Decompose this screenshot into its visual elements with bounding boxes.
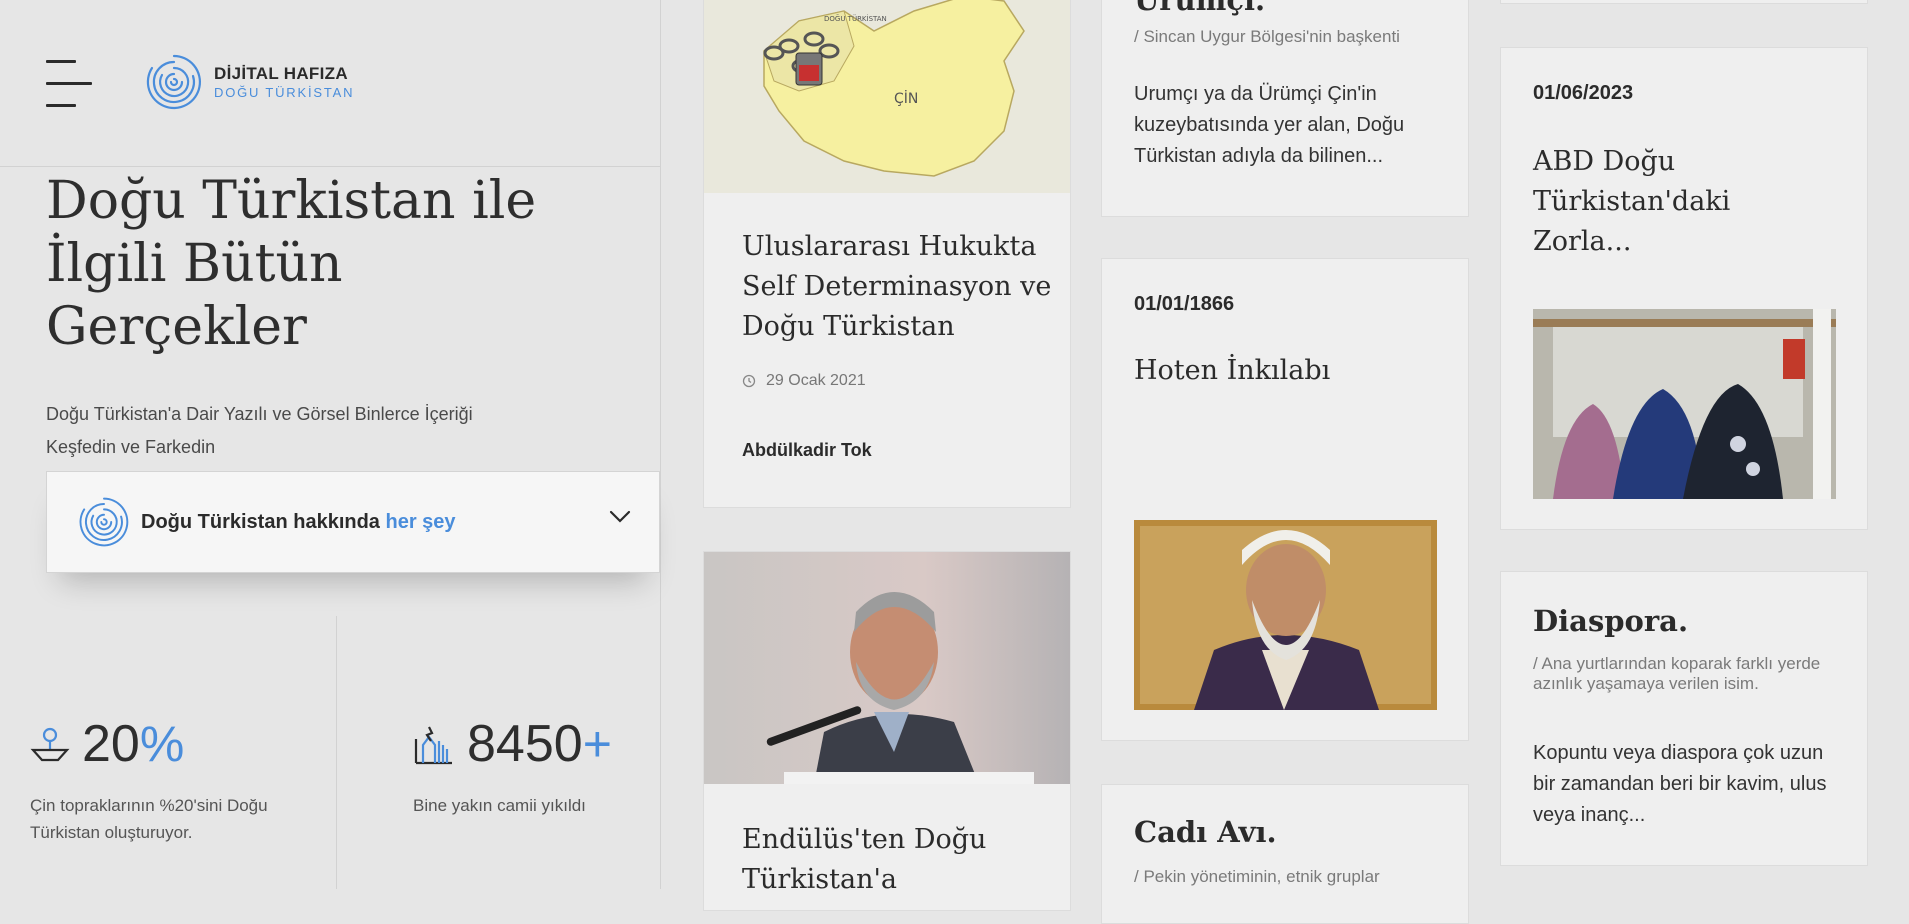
search-label: Doğu Türkistan hakkında her şey	[141, 511, 456, 534]
top-card-stub	[1500, 0, 1868, 4]
timeline-title[interactable]: Hoten İnkılabı	[1134, 351, 1444, 391]
concept-card-diaspora[interactable]: Diaspora. / Ana yurtlarından koparak far…	[1500, 571, 1868, 866]
stat-mosques-suffix: +	[582, 716, 612, 772]
stat-mosques-value: 8450 +	[413, 714, 612, 774]
fingerprint-icon	[79, 497, 129, 547]
article-title-2[interactable]: Endülüs'ten Doğu Türkistan'a	[742, 820, 1052, 900]
menu-line-middle	[46, 82, 92, 85]
stat-territory-suffix: %	[139, 716, 185, 772]
clock-icon	[742, 374, 756, 388]
stat-mosques: 8450 + Bine yakın camii yıkıldı	[337, 616, 660, 889]
concept-title-urumci[interactable]: Urumçi.	[1134, 0, 1265, 17]
weavers-illustration	[1533, 309, 1836, 499]
hamburger-menu-button[interactable]	[46, 58, 92, 110]
timeline-date: 01/01/1866	[1134, 293, 1235, 315]
concept-body-urumci: Urumçı ya da Ürümçi Çin'in kuzeybatısınd…	[1134, 83, 1405, 167]
site-logo[interactable]: DİJİTAL HAFIZA DOĞU TÜRKİSTAN	[144, 52, 354, 112]
search-highlight: her şey	[385, 510, 456, 533]
concept-body-diaspora: Kopuntu veya diaspora çok uzun bir zaman…	[1533, 742, 1827, 826]
map-pin-icon	[30, 727, 70, 762]
portrait-image	[1134, 520, 1437, 710]
article-author[interactable]: Abdülkadir Tok	[742, 440, 872, 461]
china-map-illustration: DOĞU TÜRKİSTAN ÇİN	[704, 0, 1070, 193]
article-date-text: 29 Ocak 2021	[766, 372, 866, 389]
concept-title-cadi-avi[interactable]: Cadı Avı.	[1134, 815, 1277, 849]
hero-title-line-1: Doğu Türkistan ile	[46, 171, 537, 231]
brand-name: DİJİTAL HAFIZA	[214, 64, 348, 83]
hero-title: Doğu Türkistan ile İlgili Bütün Gerçekler	[46, 170, 586, 359]
search-prefix: Doğu Türkistan hakkında	[141, 510, 380, 533]
timeline-card-hoten[interactable]: 01/01/1866 Hoten İnkılabı	[1101, 258, 1469, 741]
concept-category-cadi-avi: / Pekin yönetiminin, etnik gruplar	[1134, 867, 1380, 886]
china-map-image: DOĞU TÜRKİSTAN ÇİN	[704, 0, 1070, 193]
brand-tagline: DOĞU TÜRKİSTAN	[214, 85, 355, 100]
header: DİJİTAL HAFIZA DOĞU TÜRKİSTAN	[0, 0, 660, 167]
concept-card-urumci[interactable]: Urumçi. / Sincan Uygur Bölgesi'nin başke…	[1101, 0, 1469, 217]
map-country-label: ÇİN	[894, 89, 918, 107]
concept-category-diaspora: / Ana yurtlarından koparak farklı yerde …	[1533, 654, 1821, 693]
speaker-photo	[704, 552, 1070, 784]
article-title[interactable]: Uluslararası Hukukta Self Determinasyon …	[742, 227, 1052, 347]
concept-card-cadi-avi[interactable]: Cadı Avı. / Pekin yönetiminin, etnik gru…	[1101, 784, 1469, 924]
article-card-endulus[interactable]: Endülüs'ten Doğu Türkistan'a	[703, 551, 1071, 911]
menu-line-top	[46, 60, 76, 63]
weavers-image	[1533, 309, 1836, 499]
hero-title-line-2: İlgili Bütün	[46, 234, 343, 294]
article-date: 29 Ocak 2021	[742, 372, 866, 390]
stat-mosques-number: 8450	[467, 715, 583, 773]
topic-search-dropdown[interactable]: Doğu Türkistan hakkında her şey	[46, 471, 660, 573]
concept-category-urumci: / Sincan Uygur Bölgesi'nin başkenti	[1134, 27, 1400, 46]
speaker-photo-illustration	[704, 552, 1070, 784]
chevron-down-icon[interactable]	[609, 510, 631, 524]
stat-territory-description: Çin topraklarının %20'sini Doğu Türkista…	[30, 796, 268, 842]
map-tag-label: DOĞU TÜRKİSTAN	[824, 14, 887, 23]
hero-title-line-3: Gerçekler	[46, 297, 307, 357]
fingerprint-logo-icon	[146, 54, 201, 110]
stat-territory-value: 20%	[30, 714, 184, 774]
article-card-self-determination[interactable]: DOĞU TÜRKİSTAN ÇİN Uluslararası Hukukta …	[703, 0, 1071, 508]
demolished-building-icon	[414, 726, 452, 765]
menu-line-bottom	[46, 104, 76, 107]
stat-territory-number: 20	[82, 715, 140, 773]
stat-territory: 20% Çin topraklarının %20'sini Doğu Türk…	[0, 616, 337, 889]
concept-title-diaspora[interactable]: Diaspora.	[1533, 604, 1688, 638]
hero-subtitle: Doğu Türkistan'a Dair Yazılı ve Görsel B…	[46, 404, 473, 457]
portrait-illustration	[1134, 520, 1437, 710]
timeline-title-2[interactable]: ABD Doğu Türkistan'daki Zorla...	[1533, 142, 1833, 262]
timeline-card-abd[interactable]: 01/06/2023 ABD Doğu Türkistan'daki Zorla…	[1500, 47, 1868, 530]
timeline-date-2: 01/06/2023	[1533, 82, 1634, 104]
stat-mosques-description: Bine yakın camii yıkıldı	[413, 796, 586, 815]
left-panel: DİJİTAL HAFIZA DOĞU TÜRKİSTAN Doğu Türki…	[0, 0, 661, 889]
